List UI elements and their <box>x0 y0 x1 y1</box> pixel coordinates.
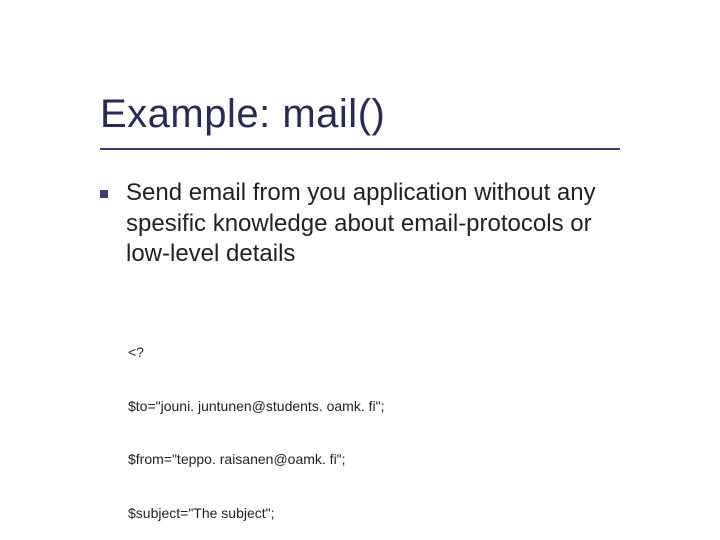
slide: Example: mail() Send email from you appl… <box>0 0 720 540</box>
slide-title: Example: mail() <box>100 92 385 137</box>
code-line: <? <box>128 344 648 362</box>
code-line: $from="teppo. raisanen@oamk. fi"; <box>128 451 648 469</box>
title-rule <box>100 148 620 150</box>
code-block: <? $to="jouni. juntunen@students. oamk. … <box>128 308 648 540</box>
code-line: $subject="The subject"; <box>128 505 648 523</box>
bullet-text: Send email from you application without … <box>126 178 630 270</box>
square-bullet-icon <box>100 190 108 198</box>
bullet-item: Send email from you application without … <box>100 178 630 270</box>
code-line: $to="jouni. juntunen@students. oamk. fi"… <box>128 398 648 416</box>
bullet-list: Send email from you application without … <box>100 178 630 270</box>
